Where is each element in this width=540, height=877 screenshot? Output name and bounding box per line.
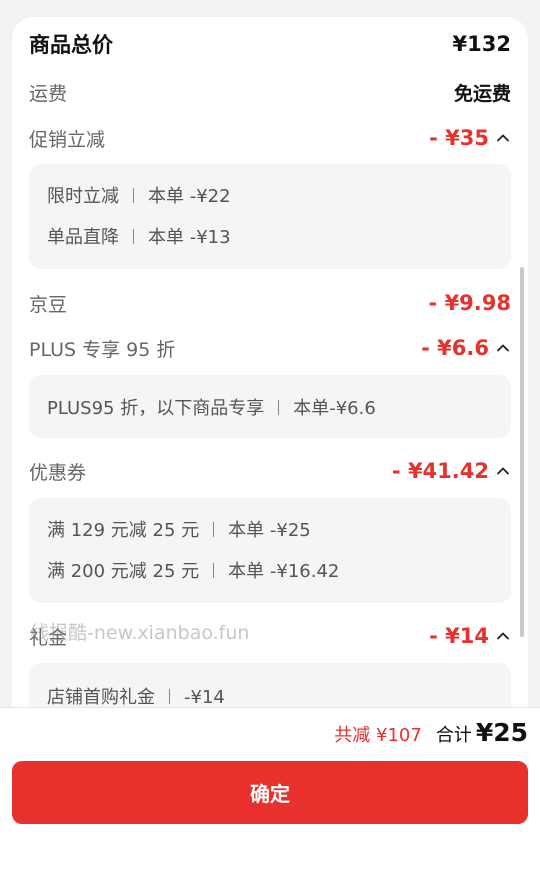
total-price-value: ¥132 <box>452 32 511 56</box>
plus-value-group[interactable]: - ¥6.6 <box>421 336 511 360</box>
gift-detail-amount: -¥14 <box>184 687 225 708</box>
separator <box>213 563 215 578</box>
promo-detail-amount: 本单 -¥22 <box>148 186 231 207</box>
gift-detail-line: 店铺首购礼金 -¥14 <box>47 683 225 709</box>
promo-label: 促销立减 <box>29 128 106 151</box>
coupon-label: 优惠券 <box>29 461 87 484</box>
separator <box>213 522 215 537</box>
saved-amount: 共减 ¥107 <box>334 725 422 746</box>
coupon-value: - ¥41.42 <box>391 459 489 483</box>
shipping-value: 免运费 <box>453 82 511 105</box>
scrollbar[interactable] <box>520 267 524 637</box>
chevron-up-icon[interactable] <box>495 628 511 644</box>
gift-detail-name: 店铺首购礼金 <box>47 687 155 708</box>
coupon-detail-name: 满 200 元减 25 元 <box>47 561 200 582</box>
promo-detail-line: 限时立减 本单 -¥22 <box>47 182 231 208</box>
sum-value: ¥25 <box>475 718 528 747</box>
separator <box>133 229 134 244</box>
coupon-detail-amount: 本单 -¥16.42 <box>228 561 340 582</box>
plus-detail-amount: 本单-¥6.6 <box>293 398 376 419</box>
coupon-row[interactable]: 优惠券 - ¥41.42 <box>29 456 511 486</box>
chevron-up-icon[interactable] <box>495 130 511 146</box>
promo-row[interactable]: 促销立减 - ¥35 <box>29 123 511 153</box>
plus-detail-name: PLUS95 折，以下商品专享 <box>47 398 265 419</box>
promo-value: - ¥35 <box>429 126 489 150</box>
shipping-row: 运费 免运费 <box>29 78 511 106</box>
gift-value-group[interactable]: - ¥14 <box>429 624 511 648</box>
promo-detail-name: 单品直降 <box>47 227 119 248</box>
promo-detail-name: 限时立减 <box>47 186 119 207</box>
plus-row[interactable]: PLUS 专享 95 折 - ¥6.6 <box>29 333 511 363</box>
total-price-label: 商品总价 <box>29 33 113 57</box>
coupon-detail-line: 满 200 元减 25 元 本单 -¥16.42 <box>47 557 339 583</box>
plus-detail-line: PLUS95 折，以下商品专享 本单-¥6.6 <box>47 394 376 420</box>
coupon-detail-line: 满 129 元减 25 元 本单 -¥25 <box>47 516 311 542</box>
jingdou-row: 京豆 - ¥9.98 <box>29 288 511 318</box>
watermark: 线报酷-new.xianbao.fun <box>30 622 250 644</box>
separator <box>133 188 134 203</box>
total-summary: 共减 ¥107 合计 ¥25 <box>334 718 528 747</box>
promo-detail-box: 限时立减 本单 -¥22 单品直降 本单 -¥13 <box>29 164 511 269</box>
separator <box>278 400 280 415</box>
shipping-label: 运费 <box>29 82 68 105</box>
footer-bar: 共减 ¥107 合计 ¥25 确定 <box>0 707 540 877</box>
price-detail-card: 商品总价 ¥132 运费 免运费 促销立减 - ¥35 限时立减 本单 -¥22 … <box>12 17 528 717</box>
gift-value: - ¥14 <box>429 624 489 648</box>
plus-value: - ¥6.6 <box>421 336 489 360</box>
separator <box>169 689 170 704</box>
chevron-up-icon[interactable] <box>495 340 511 356</box>
promo-detail-line: 单品直降 本单 -¥13 <box>47 223 231 249</box>
confirm-button[interactable]: 确定 <box>12 761 528 824</box>
sum-label: 合计 <box>435 725 472 746</box>
total-price-row: 商品总价 ¥132 <box>29 29 511 59</box>
promo-value-group[interactable]: - ¥35 <box>429 126 511 150</box>
coupon-detail-amount: 本单 -¥25 <box>228 520 311 541</box>
plus-detail-box: PLUS95 折，以下商品专享 本单-¥6.6 <box>29 375 511 438</box>
jingdou-label: 京豆 <box>29 293 68 316</box>
coupon-detail-box: 满 129 元减 25 元 本单 -¥25 满 200 元减 25 元 本单 -¥1… <box>29 498 511 603</box>
jingdou-value: - ¥9.98 <box>428 291 511 315</box>
chevron-up-icon[interactable] <box>495 463 511 479</box>
promo-detail-amount: 本单 -¥13 <box>148 227 231 248</box>
coupon-value-group[interactable]: - ¥41.42 <box>392 459 511 483</box>
coupon-detail-name: 满 129 元减 25 元 <box>47 520 200 541</box>
plus-label: PLUS 专享 95 折 <box>29 338 176 361</box>
